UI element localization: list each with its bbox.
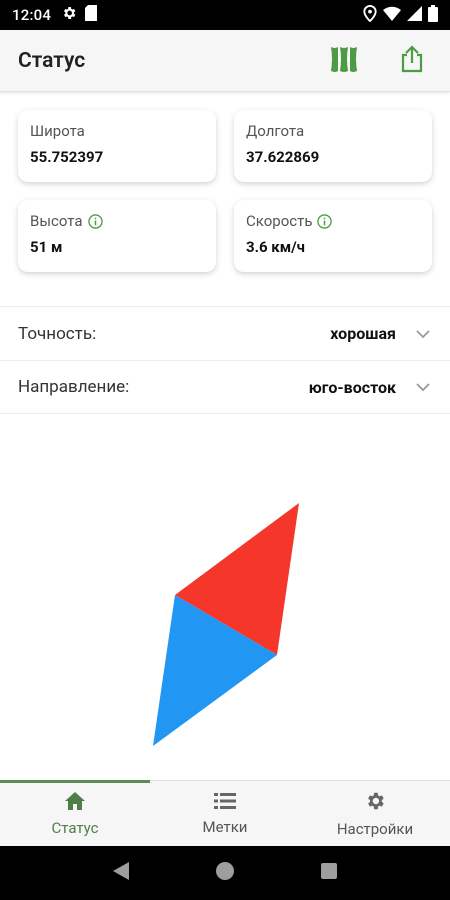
bottom-navigation: Статус Метки Настройки bbox=[0, 780, 450, 846]
active-tab-indicator bbox=[0, 780, 150, 783]
latitude-label: Широта bbox=[30, 122, 85, 140]
latitude-card: Широта 55.752397 bbox=[18, 110, 216, 182]
nav-label: Статус bbox=[51, 818, 99, 837]
accuracy-value: хорошая bbox=[330, 324, 396, 343]
nav-item-marks[interactable]: Метки bbox=[150, 781, 300, 846]
status-bar: 12:04 bbox=[0, 0, 450, 30]
chevron-down-icon[interactable] bbox=[414, 325, 432, 343]
list-icon bbox=[214, 792, 236, 814]
sim-card-icon bbox=[85, 5, 98, 25]
nav-label: Метки bbox=[202, 817, 248, 836]
info-icon[interactable] bbox=[317, 213, 333, 229]
map-button[interactable] bbox=[324, 41, 364, 81]
info-icon[interactable] bbox=[87, 213, 103, 229]
location-pin-icon bbox=[363, 4, 377, 26]
longitude-value: 37.622869 bbox=[246, 148, 320, 166]
speed-label: Скорость bbox=[246, 212, 420, 230]
altitude-value: 51 м bbox=[30, 238, 63, 256]
accuracy-label: Точность: bbox=[18, 323, 97, 344]
direction-label: Направление: bbox=[18, 377, 130, 397]
longitude-card: Долгота 37.622869 bbox=[234, 110, 432, 182]
nav-item-status[interactable]: Статус bbox=[0, 781, 150, 846]
system-navigation-bar bbox=[0, 846, 450, 900]
app-bar: Статус bbox=[0, 30, 450, 92]
longitude-label: Долгота bbox=[246, 122, 305, 140]
direction-row[interactable]: Направление: юго-восток bbox=[0, 360, 450, 414]
home-circle-icon[interactable] bbox=[215, 862, 234, 884]
share-icon bbox=[400, 44, 424, 77]
wifi-icon bbox=[383, 6, 401, 25]
battery-icon bbox=[428, 4, 438, 26]
altitude-card: Высота 51 м bbox=[18, 200, 216, 272]
info-cards: Широта 55.752397 Долгота 37.622869 Высот… bbox=[18, 110, 432, 272]
status-time: 12:04 bbox=[12, 6, 52, 24]
altitude-label: Высота bbox=[30, 212, 204, 230]
speed-card: Скорость 3.6 км/ч bbox=[234, 200, 432, 272]
direction-value: юго-восток bbox=[308, 377, 396, 397]
latitude-value: 55.752397 bbox=[30, 148, 104, 166]
speed-value: 3.6 км/ч bbox=[246, 238, 305, 256]
back-icon[interactable] bbox=[113, 862, 130, 884]
signal-icon bbox=[407, 5, 422, 25]
compass bbox=[0, 420, 450, 780]
chevron-down-icon[interactable] bbox=[414, 378, 432, 396]
settings-rows: Точность: хорошая Направление: юго-восто… bbox=[0, 306, 450, 414]
nav-item-settings[interactable]: Настройки bbox=[300, 781, 450, 846]
home-icon bbox=[64, 791, 86, 815]
settings-icon bbox=[61, 5, 77, 25]
accuracy-row[interactable]: Точность: хорошая bbox=[0, 306, 450, 360]
nav-label: Настройки bbox=[336, 819, 414, 838]
recents-icon[interactable] bbox=[320, 863, 337, 883]
page-title: Статус bbox=[18, 48, 86, 73]
gear-icon bbox=[364, 790, 386, 816]
share-button[interactable] bbox=[392, 41, 432, 81]
map-icon bbox=[329, 45, 359, 77]
